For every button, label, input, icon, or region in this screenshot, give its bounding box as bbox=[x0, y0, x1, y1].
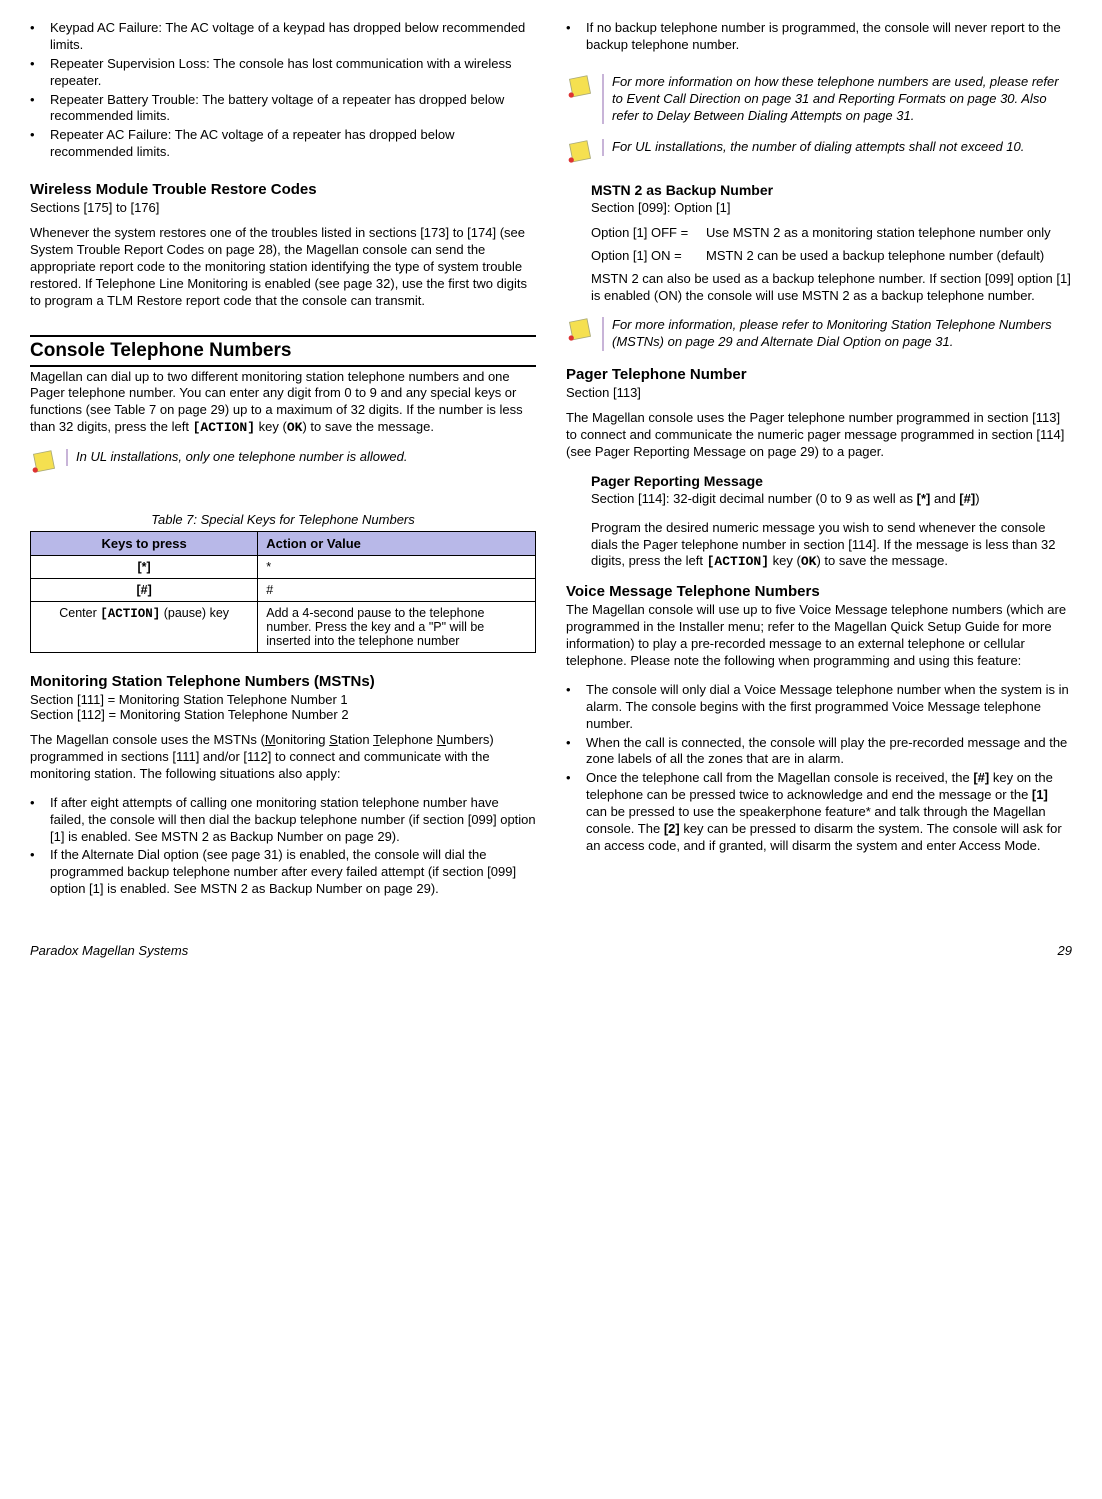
bullet-text: If after eight attempts of calling one m… bbox=[50, 795, 536, 846]
left-column: •Keypad AC Failure: The AC voltage of a … bbox=[30, 20, 536, 918]
wmtrc-body: Whenever the system restores one of the … bbox=[30, 225, 536, 309]
wmtrc-heading: Wireless Module Trouble Restore Codes bbox=[30, 181, 536, 198]
note-more-info-dialing: For more information on how these teleph… bbox=[566, 74, 1072, 125]
action-key: [ACTION] bbox=[707, 554, 769, 569]
note-text: For UL installations, the number of dial… bbox=[602, 139, 1024, 156]
option-off-row: Option [1] OFF = Use MSTN 2 as a monitor… bbox=[591, 225, 1072, 240]
note-mstn-ref: For more information, please refer to Mo… bbox=[566, 317, 1072, 351]
ok-key: OK bbox=[287, 420, 303, 435]
pager-ref: Section [113] bbox=[566, 385, 1072, 400]
bullet-text: If no backup telephone number is program… bbox=[586, 20, 1072, 54]
mstn-heading: Monitoring Station Telephone Numbers (MS… bbox=[30, 673, 536, 690]
right-column: •If no backup telephone number is progra… bbox=[566, 20, 1072, 918]
cell-val-pause: Add a 4-second pause to the telephone nu… bbox=[258, 602, 536, 653]
bullet-text: Repeater Supervision Loss: The console h… bbox=[50, 56, 536, 90]
note-icon bbox=[566, 317, 594, 345]
note-text: For more information, please refer to Mo… bbox=[602, 317, 1072, 351]
option-on-row: Option [1] ON = MSTN 2 can be used a bac… bbox=[591, 248, 1072, 263]
note-icon bbox=[566, 74, 594, 102]
vmtn-body: The Magellan console will use up to five… bbox=[566, 602, 1072, 670]
note-icon bbox=[566, 139, 594, 167]
vmtn-heading: Voice Message Telephone Numbers bbox=[566, 583, 1072, 600]
mstn-body: The Magellan console uses the MSTNs (Mon… bbox=[30, 732, 536, 783]
ctn-heading: Console Telephone Numbers bbox=[30, 335, 536, 367]
vmtn-bullets: •The console will only dial a Voice Mess… bbox=[566, 682, 1072, 855]
cell-key-hash: [#] bbox=[31, 579, 258, 602]
pager-body: The Magellan console uses the Pager tele… bbox=[566, 410, 1072, 461]
footer-page-number: 29 bbox=[1058, 943, 1072, 958]
col2-top-bullet: •If no backup telephone number is progra… bbox=[566, 20, 1072, 54]
option-on-val: MSTN 2 can be used a backup telephone nu… bbox=[706, 248, 1072, 263]
bullet-text: Keypad AC Failure: The AC voltage of a k… bbox=[50, 20, 536, 54]
pager-heading: Pager Telephone Number bbox=[566, 366, 1072, 383]
mstn-bullets: •If after eight attempts of calling one … bbox=[30, 795, 536, 898]
note-icon bbox=[30, 449, 58, 477]
mstn-ref1: Section [111] = Monitoring Station Telep… bbox=[30, 692, 536, 707]
mstn2-ref: Section [099]: Option [1] bbox=[591, 200, 1072, 215]
ctn-body: Magellan can dial up to two different mo… bbox=[30, 369, 536, 438]
wmtrc-section-ref: Sections [175] to [176] bbox=[30, 200, 536, 215]
special-keys-table: Keys to press Action or Value [*] * [#] … bbox=[30, 531, 536, 653]
bullet-text: Once the telephone call from the Magella… bbox=[586, 770, 1072, 854]
note-ul-single-number: In UL installations, only one telephone … bbox=[30, 449, 536, 477]
bullet-text: When the call is connected, the console … bbox=[586, 735, 1072, 769]
cell-key-star: [*] bbox=[31, 556, 258, 579]
prm-ref: Section [114]: 32-digit decimal number (… bbox=[591, 491, 1072, 506]
note-ul-dialing-attempts: For UL installations, the number of dial… bbox=[566, 139, 1072, 167]
prm-heading: Pager Reporting Message bbox=[591, 473, 1072, 489]
table-caption: Table 7: Special Keys for Telephone Numb… bbox=[30, 512, 536, 527]
note-text: For more information on how these teleph… bbox=[602, 74, 1072, 125]
th-keys: Keys to press bbox=[31, 532, 258, 556]
mstn-ref2: Section [112] = Monitoring Station Telep… bbox=[30, 707, 536, 722]
ok-key: OK bbox=[801, 554, 817, 569]
intro-bullets: •Keypad AC Failure: The AC voltage of a … bbox=[30, 20, 536, 161]
option-on-label: Option [1] ON = bbox=[591, 248, 706, 263]
bullet-text: Repeater Battery Trouble: The battery vo… bbox=[50, 92, 536, 126]
note-text: In UL installations, only one telephone … bbox=[66, 449, 407, 466]
bullet-text: Repeater AC Failure: The AC voltage of a… bbox=[50, 127, 536, 161]
prm-body: Program the desired numeric message you … bbox=[591, 520, 1072, 572]
page-footer: Paradox Magellan Systems 29 bbox=[30, 943, 1072, 958]
cell-key-pause: Center [ACTION] (pause) key bbox=[31, 602, 258, 653]
mstn2-body: MSTN 2 can also be used as a backup tele… bbox=[591, 271, 1072, 305]
mstn2-heading: MSTN 2 as Backup Number bbox=[591, 182, 1072, 198]
option-off-label: Option [1] OFF = bbox=[591, 225, 706, 240]
footer-left: Paradox Magellan Systems bbox=[30, 943, 188, 958]
cell-val-star: * bbox=[258, 556, 536, 579]
action-key: [ACTION] bbox=[193, 420, 255, 435]
cell-val-hash: # bbox=[258, 579, 536, 602]
bullet-text: If the Alternate Dial option (see page 3… bbox=[50, 847, 536, 898]
option-off-val: Use MSTN 2 as a monitoring station telep… bbox=[706, 225, 1072, 240]
bullet-text: The console will only dial a Voice Messa… bbox=[586, 682, 1072, 733]
th-action: Action or Value bbox=[258, 532, 536, 556]
